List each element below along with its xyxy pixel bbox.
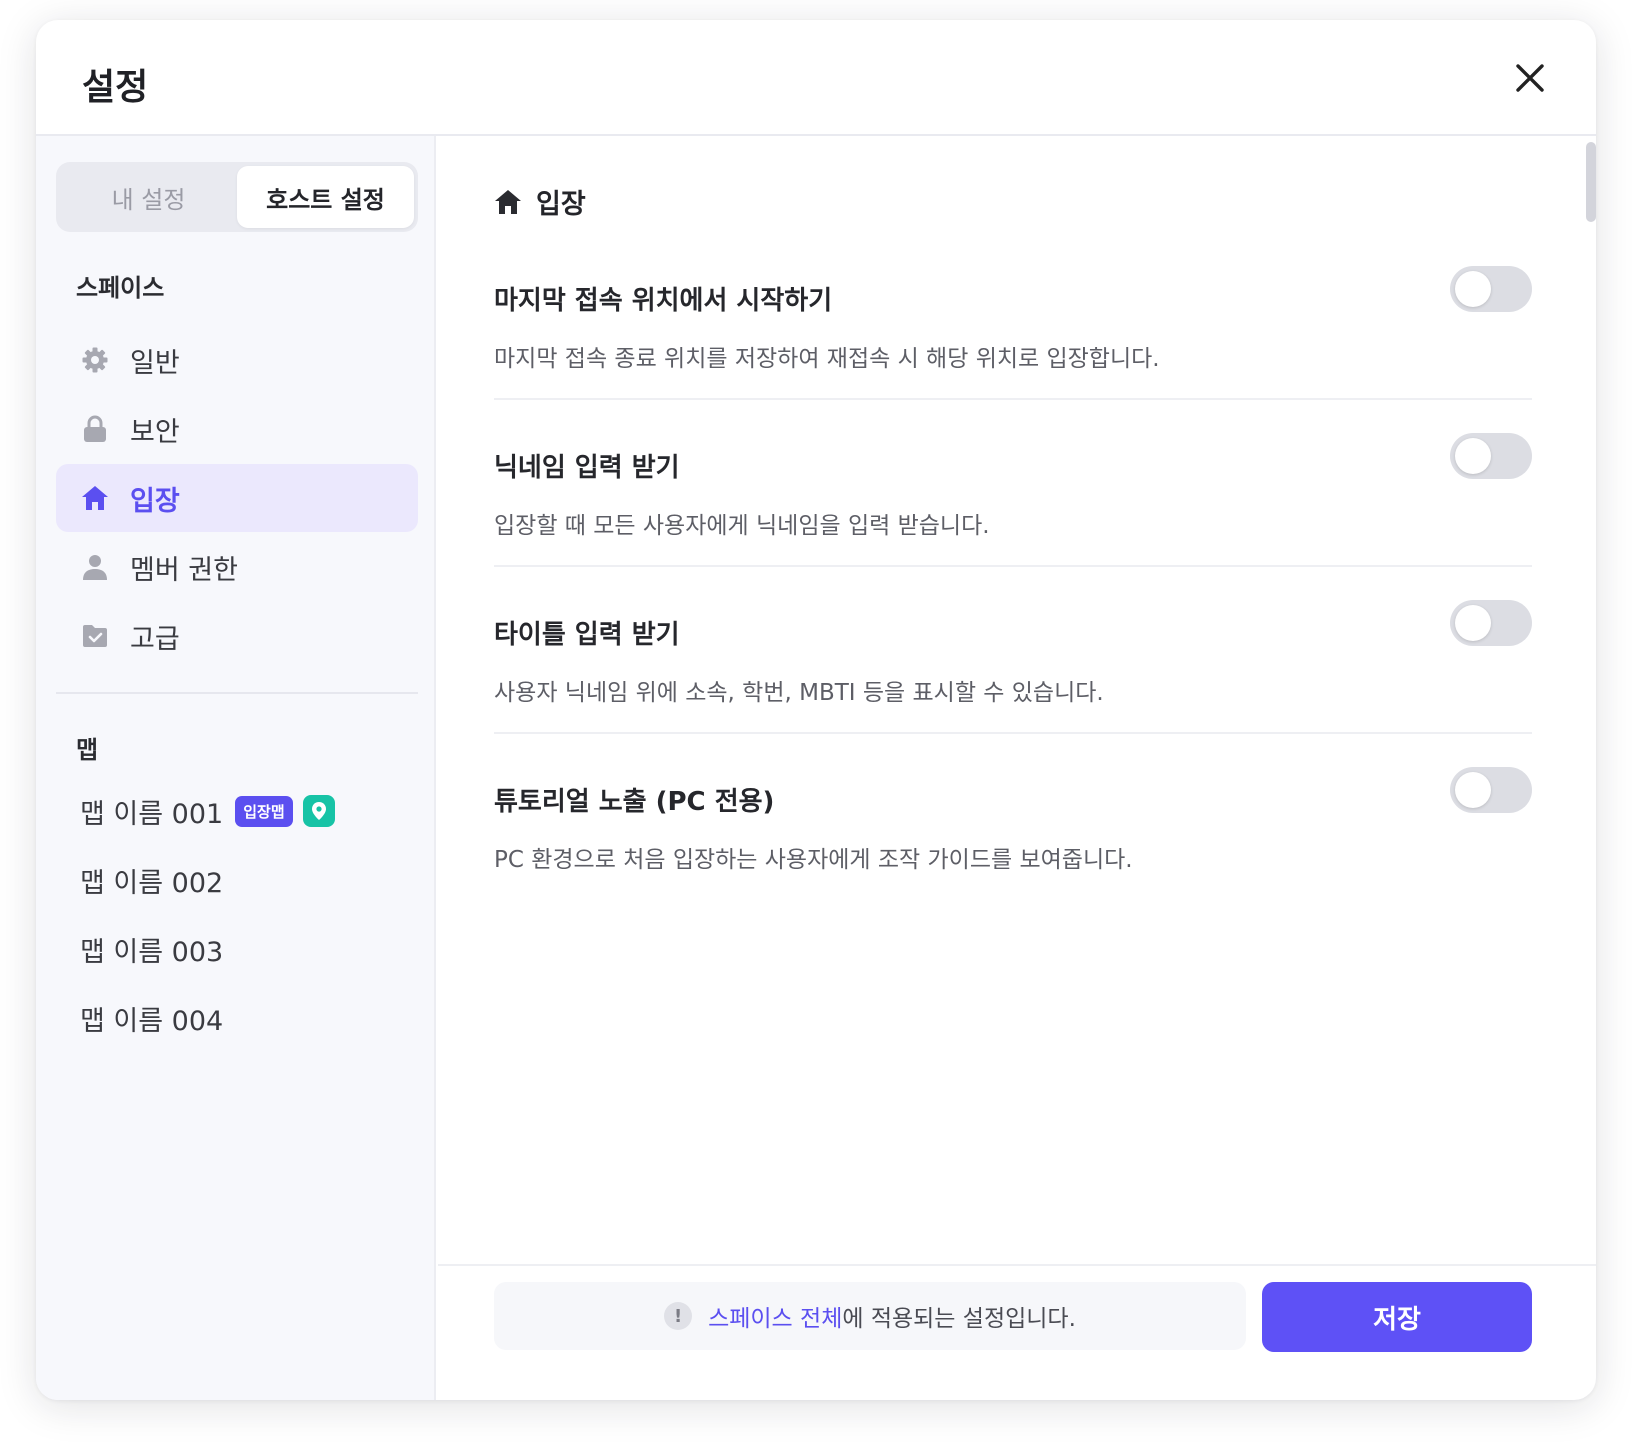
tab-my-settings[interactable]: 내 설정 xyxy=(60,166,237,228)
person-icon xyxy=(80,552,110,582)
modal-title: 설정 xyxy=(82,67,149,108)
setting-title: 마지막 접속 위치에서 시작하기 xyxy=(494,286,833,316)
sidebar-item-entry[interactable]: 입장 xyxy=(56,464,418,532)
map-item[interactable]: 맵 이름 003 xyxy=(56,916,418,982)
notice-text: 에 적용되는 설정입니다. xyxy=(842,1306,1076,1332)
space-section-label: 스페이스 xyxy=(76,274,165,302)
map-item[interactable]: 맵 이름 002 xyxy=(56,847,418,913)
setting-title: 타이틀 입력 받기 xyxy=(494,620,680,650)
section-heading: 입장 xyxy=(494,182,586,221)
sidebar-item-label: 고급 xyxy=(130,623,180,655)
scrollbar[interactable] xyxy=(1586,142,1596,222)
toggle-switch[interactable] xyxy=(1450,433,1532,479)
sidebar-item-general[interactable]: 일반 xyxy=(56,326,418,394)
setting-description: PC 환경으로 처음 입장하는 사용자에게 조작 가이드를 보여줍니다. xyxy=(494,847,1133,873)
sidebar: 내 설정 호스트 설정 스페이스 일반 보안 입장 멤버 권한 고급 맵 맵 이… xyxy=(36,136,436,1400)
map-item[interactable]: 맵 이름 001 입장맵 xyxy=(56,778,418,844)
setting-title: 닉네임 입력 받기 xyxy=(494,453,680,483)
settings-modal: 설정 내 설정 호스트 설정 스페이스 일반 보안 입장 멤버 권한 고급 맵 … xyxy=(36,20,1596,1400)
row-divider xyxy=(494,732,1532,734)
map-section-label: 맵 xyxy=(76,736,99,764)
sidebar-item-security[interactable]: 보안 xyxy=(56,395,418,463)
toggle-knob xyxy=(1455,772,1491,808)
modal-header: 설정 xyxy=(36,20,1596,136)
toggle-knob xyxy=(1455,605,1491,641)
home-icon xyxy=(495,189,521,214)
sidebar-divider xyxy=(56,692,418,694)
section-heading-text: 입장 xyxy=(536,189,586,220)
home-icon xyxy=(80,483,110,513)
settings-tab-switch: 내 설정 호스트 설정 xyxy=(56,162,418,232)
modal-footer: ! 스페이스 전체 에 적용되는 설정입니다. 저장 xyxy=(438,1264,1596,1400)
map-item-label: 맵 이름 001 xyxy=(80,798,224,830)
toggle-switch[interactable] xyxy=(1450,600,1532,646)
setting-row: 마지막 접속 위치에서 시작하기 마지막 접속 종료 위치를 저장하여 재접속 … xyxy=(494,266,1532,373)
map-item-label: 맵 이름 003 xyxy=(80,936,224,968)
map-item[interactable]: 맵 이름 004 xyxy=(56,985,418,1051)
lock-icon xyxy=(80,414,110,444)
sidebar-item-advanced[interactable]: 고급 xyxy=(56,602,418,670)
gear-icon xyxy=(80,345,110,375)
entry-map-badge: 입장맵 xyxy=(235,795,293,827)
setting-description: 마지막 접속 종료 위치를 저장하여 재접속 시 해당 위치로 입장합니다. xyxy=(494,346,1160,372)
map-pin-badge xyxy=(302,795,335,827)
close-button[interactable] xyxy=(1512,60,1548,96)
toggle-switch[interactable] xyxy=(1450,767,1532,813)
notice-link[interactable]: 스페이스 전체 xyxy=(708,1299,842,1333)
map-pin-icon xyxy=(311,802,326,820)
setting-row: 닉네임 입력 받기 입장할 때 모든 사용자에게 닉네임을 입력 받습니다. xyxy=(494,433,1532,540)
main-panel: 입장 마지막 접속 위치에서 시작하기 마지막 접속 종료 위치를 저장하여 재… xyxy=(438,136,1596,1400)
sidebar-item-member-permissions[interactable]: 멤버 권한 xyxy=(56,533,418,601)
setting-description: 입장할 때 모든 사용자에게 닉네임을 입력 받습니다. xyxy=(494,513,990,539)
toggle-switch[interactable] xyxy=(1450,266,1532,312)
setting-description: 사용자 닉네임 위에 소속, 학번, MBTI 등을 표시할 수 있습니다. xyxy=(494,680,1104,706)
scope-notice: ! 스페이스 전체 에 적용되는 설정입니다. xyxy=(494,1282,1246,1350)
tab-host-settings[interactable]: 호스트 설정 xyxy=(237,166,414,228)
info-icon: ! xyxy=(664,1302,693,1330)
setting-row: 튜토리얼 노출 (PC 전용) PC 환경으로 처음 입장하는 사용자에게 조작… xyxy=(494,767,1532,874)
map-item-label: 맵 이름 002 xyxy=(80,867,224,899)
row-divider xyxy=(494,398,1532,400)
sidebar-item-label: 보안 xyxy=(130,416,180,448)
setting-title: 튜토리얼 노출 (PC 전용) xyxy=(494,787,775,817)
row-divider xyxy=(494,565,1532,567)
close-icon xyxy=(1516,64,1544,92)
toggle-knob xyxy=(1455,271,1491,307)
map-item-label: 맵 이름 004 xyxy=(80,1005,224,1037)
folder-check-icon xyxy=(80,621,110,651)
sidebar-item-label: 일반 xyxy=(130,347,180,379)
sidebar-item-label: 멤버 권한 xyxy=(130,554,238,586)
sidebar-item-label: 입장 xyxy=(130,485,180,517)
setting-row: 타이틀 입력 받기 사용자 닉네임 위에 소속, 학번, MBTI 등을 표시할… xyxy=(494,600,1532,707)
toggle-knob xyxy=(1455,438,1491,474)
save-button[interactable]: 저장 xyxy=(1262,1282,1532,1352)
